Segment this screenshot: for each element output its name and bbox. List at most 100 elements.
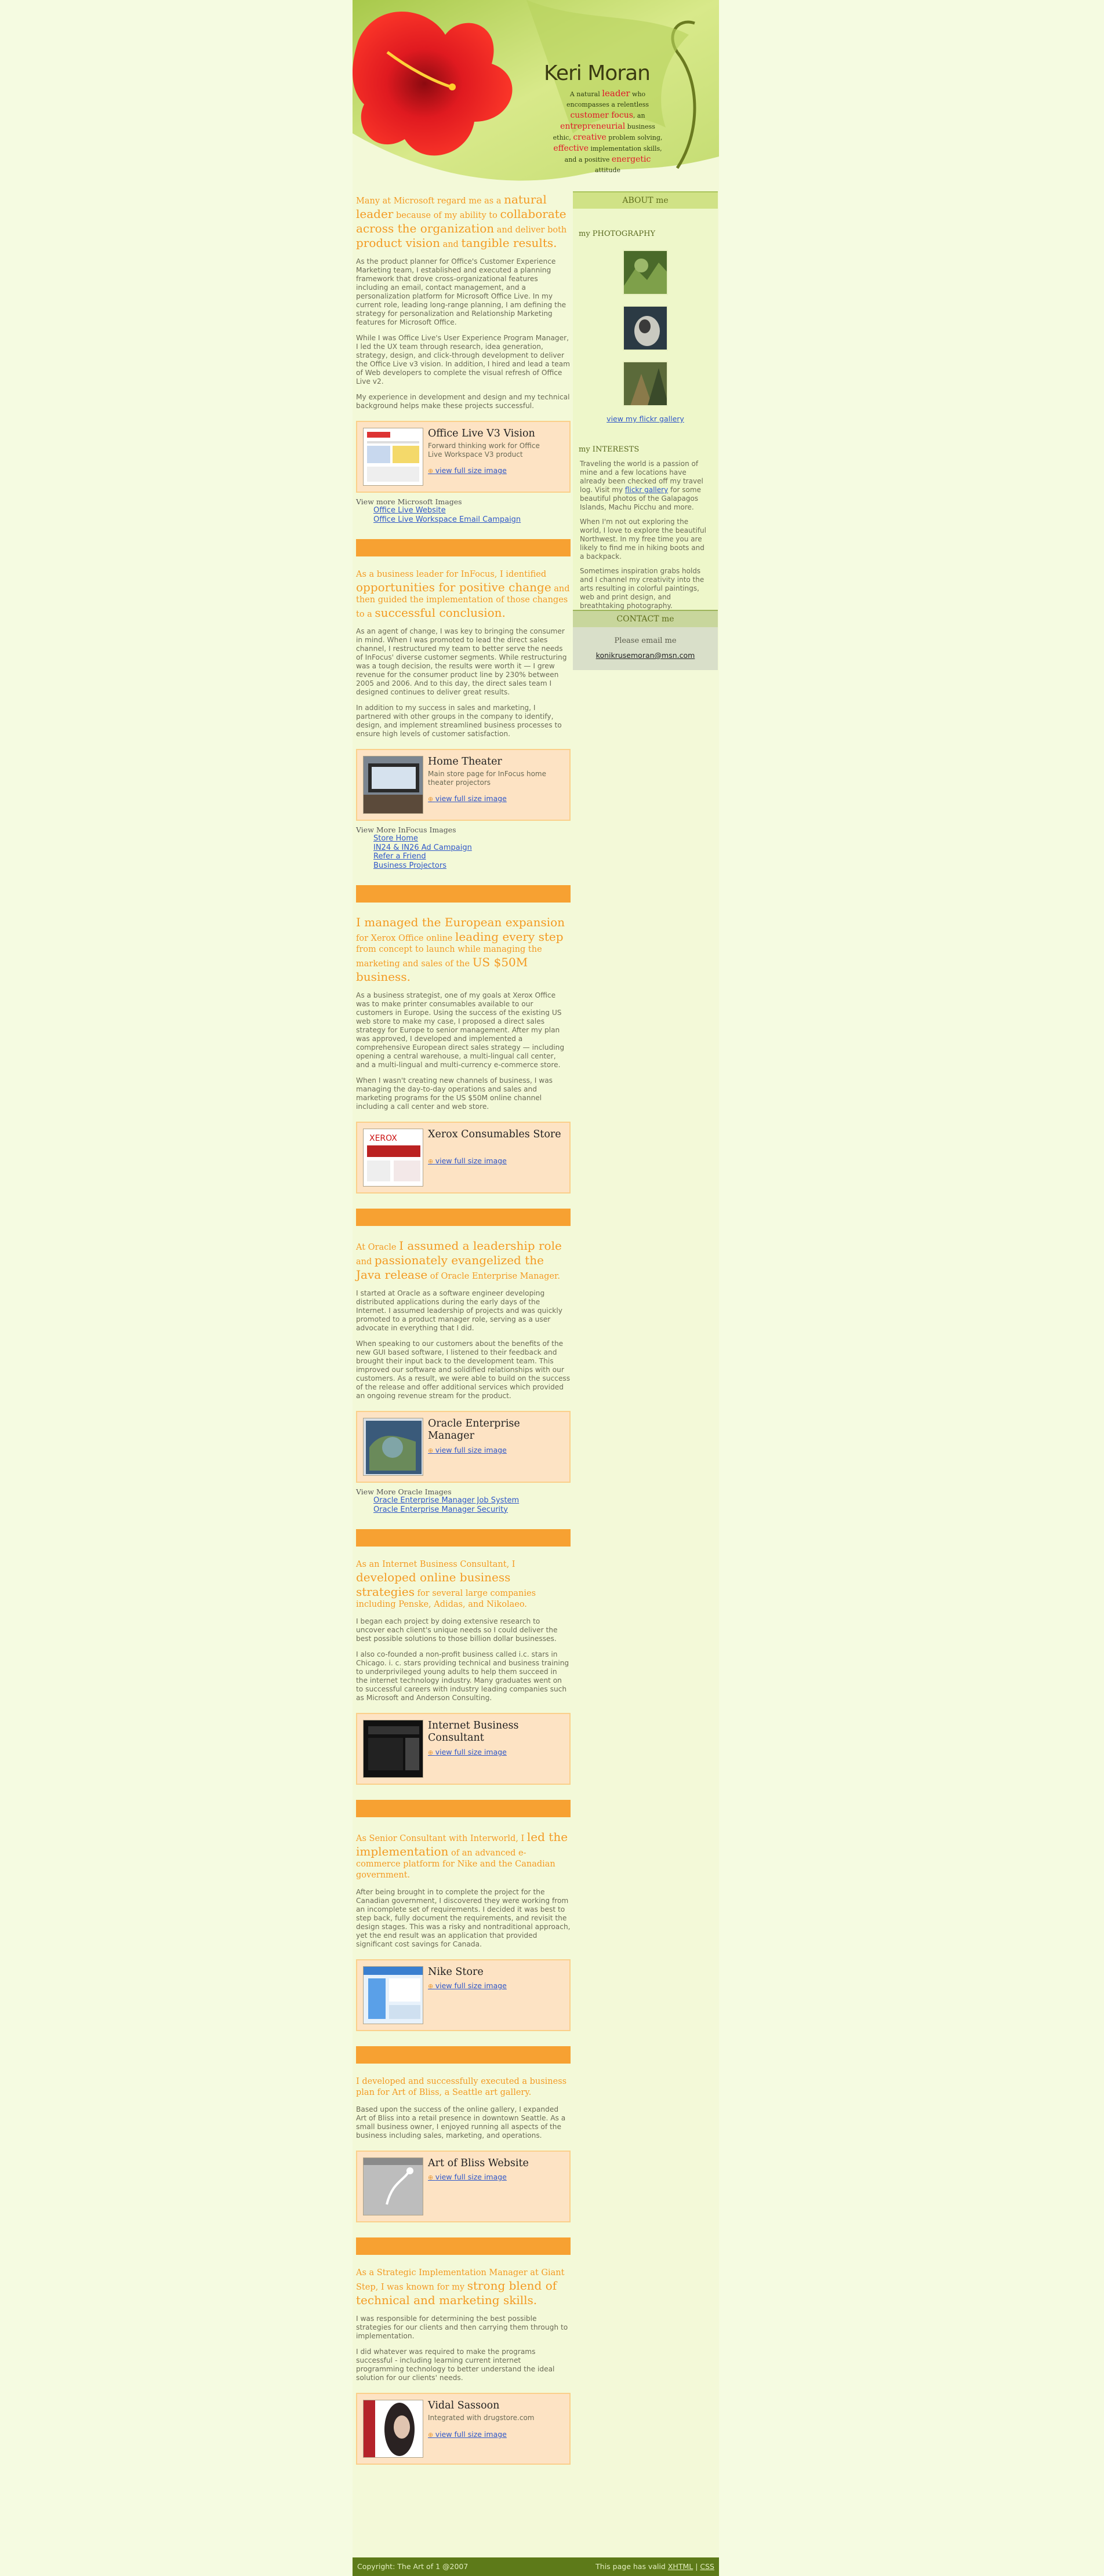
section-divider-bar	[356, 539, 571, 556]
view-full-size-link[interactable]: view full size image	[428, 2430, 507, 2439]
section-paragraph: Based upon the success of the online gal…	[356, 2105, 566, 2140]
view-full-size-link[interactable]: view full size image	[428, 466, 507, 475]
section-divider-bar	[356, 1209, 571, 1226]
section-intro: As a Strategic Implementation Manager at…	[356, 2268, 571, 2308]
portfolio-card: Office Live V3 Vision Forward thinking wo…	[356, 421, 571, 493]
tagline-fragment: energetic	[611, 155, 651, 164]
content-section: Many at Microsoft regard me as a natural…	[356, 192, 571, 524]
more-image-link[interactable]: Refer a Friend	[373, 852, 571, 861]
interests-title: my INTERESTS	[579, 445, 640, 454]
section-paragraph: I was responsible for determining the be…	[356, 2315, 568, 2340]
portfolio-card-description: Forward thinking work for Office Live Wo…	[428, 442, 540, 459]
portfolio-card: Oracle Enterprise Manager view full size …	[356, 1411, 571, 1483]
flickr-inline-link[interactable]: flickr gallery	[625, 486, 668, 494]
section-intro: As Senior Consultant with Interworld, I …	[356, 1830, 571, 1881]
portfolio-thumbnail-image: XEROX	[364, 1129, 423, 1186]
intro-fragment: opportunities for positive change	[356, 580, 551, 594]
contact-email-link[interactable]: konikrusemoran@msn.com	[596, 651, 695, 660]
portfolio-card-title: Office Live V3 Vision	[428, 428, 535, 439]
photo-thumb-2[interactable]	[623, 305, 668, 351]
portfolio-thumbnail[interactable]	[363, 2400, 423, 2458]
portfolio-card: Nike Store view full size image	[356, 1959, 571, 2031]
photo-thumb-3-image	[624, 362, 667, 405]
tagline-fragment: A natural	[569, 90, 602, 98]
header-banner: Keri Moran A natural leader who encompas…	[353, 0, 719, 184]
content-section: At Oracle I assumed a leadership role an…	[356, 1209, 571, 1514]
more-image-link[interactable]: Store Home	[373, 834, 571, 843]
portfolio-card-description: Integrated with drugstore.com	[428, 2414, 535, 2422]
xhtml-validation-link[interactable]: XHTML	[668, 2562, 693, 2571]
view-full-size-link[interactable]: view full size image	[428, 1748, 507, 1756]
portfolio-thumbnail-image	[364, 1418, 423, 1475]
intro-fragment: for Xerox Office online	[356, 934, 455, 943]
more-images-label: View More Oracle Images	[356, 1487, 452, 1496]
about-panel: ABOUT me my PHOTOGRAPHY view my flickr g…	[573, 191, 718, 610]
view-full-size-link[interactable]: view full size image	[428, 2173, 507, 2181]
photo-thumb-2-image	[624, 307, 667, 350]
portfolio-card-description: Main store page for InFocus home theater…	[428, 770, 546, 787]
section-paragraph: I began each project by doing extensive …	[356, 1617, 558, 1643]
more-image-link[interactable]: Oracle Enterprise Manager Job System	[373, 1496, 571, 1505]
section-paragraph: When I wasn't creating new channels of b…	[356, 1076, 553, 1111]
portfolio-thumbnail[interactable]	[363, 428, 423, 486]
interests-paragraph-2: When I'm not out exploring the world, I …	[580, 518, 706, 561]
tagline-fragment: attitude	[595, 166, 620, 174]
intro-fragment: As a business leader for InFocus, I iden…	[356, 570, 547, 579]
more-images-links: Store Home IN24 & IN26 Ad Campaign Refer a…	[373, 834, 571, 870]
more-image-link[interactable]: Office Live Website	[373, 506, 571, 515]
section-divider-bar	[356, 1529, 571, 1547]
portfolio-card: Vidal Sassoon Integrated with drugstore.c…	[356, 2393, 571, 2465]
tagline-fragment: effective	[553, 144, 589, 153]
content-section: As Senior Consultant with Interworld, I …	[356, 1800, 571, 2031]
css-validation-link[interactable]: CSS	[700, 2562, 714, 2571]
portfolio-thumbnail[interactable]	[363, 2157, 423, 2215]
contact-prompt: Please email me	[614, 636, 677, 645]
content-section: As a Strategic Implementation Manager at…	[356, 2237, 571, 2465]
svg-text:XEROX: XEROX	[369, 1134, 397, 1143]
portfolio-card: XEROX Xerox Consumables Store view full si…	[356, 1122, 571, 1194]
more-images-label: View more Microsoft Images	[356, 497, 462, 506]
hibiscus-banner-art	[353, 0, 719, 184]
section-intro: I managed the European expansion for Xer…	[356, 915, 571, 984]
portfolio-thumbnail[interactable]	[363, 1720, 423, 1778]
view-full-size-link[interactable]: view full size image	[428, 1981, 507, 1990]
photo-thumb-3[interactable]	[623, 361, 668, 406]
more-image-link[interactable]: Office Live Workspace Email Campaign	[373, 515, 571, 525]
tagline-fragment: leader	[602, 88, 630, 99]
content-section: As a business leader for InFocus, I iden…	[356, 539, 571, 870]
more-images-links: Office Live Website Office Live Workspace…	[373, 506, 571, 524]
portfolio-thumbnail[interactable]	[363, 756, 423, 814]
more-images-links: Oracle Enterprise Manager Job System Orac…	[373, 1496, 571, 1514]
portfolio-card-title: Home Theater	[428, 756, 502, 767]
footer-valid-text: This page has valid	[595, 2562, 668, 2571]
footer-separator: |	[693, 2562, 700, 2571]
tagline-fragment: entrepreneurial	[560, 122, 626, 131]
portfolio-thumbnail-image	[364, 428, 423, 485]
view-full-size-link[interactable]: view full size image	[428, 794, 507, 803]
portfolio-card-title: Oracle Enterprise Manager	[428, 1418, 520, 1442]
portfolio-thumbnail[interactable]	[363, 1966, 423, 2024]
more-image-link[interactable]: Oracle Enterprise Manager Security	[373, 1505, 571, 1515]
intro-fragment: successful conclusion.	[375, 606, 506, 620]
intro-fragment: I developed and successfully executed a …	[356, 2077, 567, 2097]
about-heading: ABOUT me	[573, 191, 718, 209]
contact-heading: CONTACT me	[573, 610, 718, 627]
flickr-gallery-link[interactable]: view my flickr gallery	[607, 414, 684, 423]
portfolio-thumbnail[interactable]	[363, 1418, 423, 1476]
intro-fragment: and	[440, 240, 462, 249]
content-section: I developed and successfully executed a …	[356, 2046, 571, 2222]
view-full-size-link[interactable]: view full size image	[428, 1156, 507, 1165]
section-paragraph: When speaking to our customers about the…	[356, 1340, 571, 1400]
more-image-link[interactable]: IN24 & IN26 Ad Campaign	[373, 843, 571, 853]
photo-thumb-1[interactable]	[623, 250, 668, 295]
footer: Copyright: The Art of 1 @2007 This page …	[353, 2557, 719, 2576]
tagline-fragment: customer focus	[570, 111, 633, 120]
more-image-link[interactable]: Business Projectors	[373, 861, 571, 871]
content-section: As an Internet Business Consultant, I de…	[356, 1529, 571, 1785]
content-section: I managed the European expansion for Xer…	[356, 885, 571, 1194]
view-full-size-link[interactable]: view full size image	[428, 1446, 507, 1454]
portfolio-thumbnail[interactable]: XEROX	[363, 1129, 423, 1187]
portfolio-thumbnail-image	[364, 1720, 423, 1777]
section-divider-bar	[356, 2237, 571, 2255]
intro-fragment: As an Internet Business Consultant, I	[356, 1560, 515, 1569]
